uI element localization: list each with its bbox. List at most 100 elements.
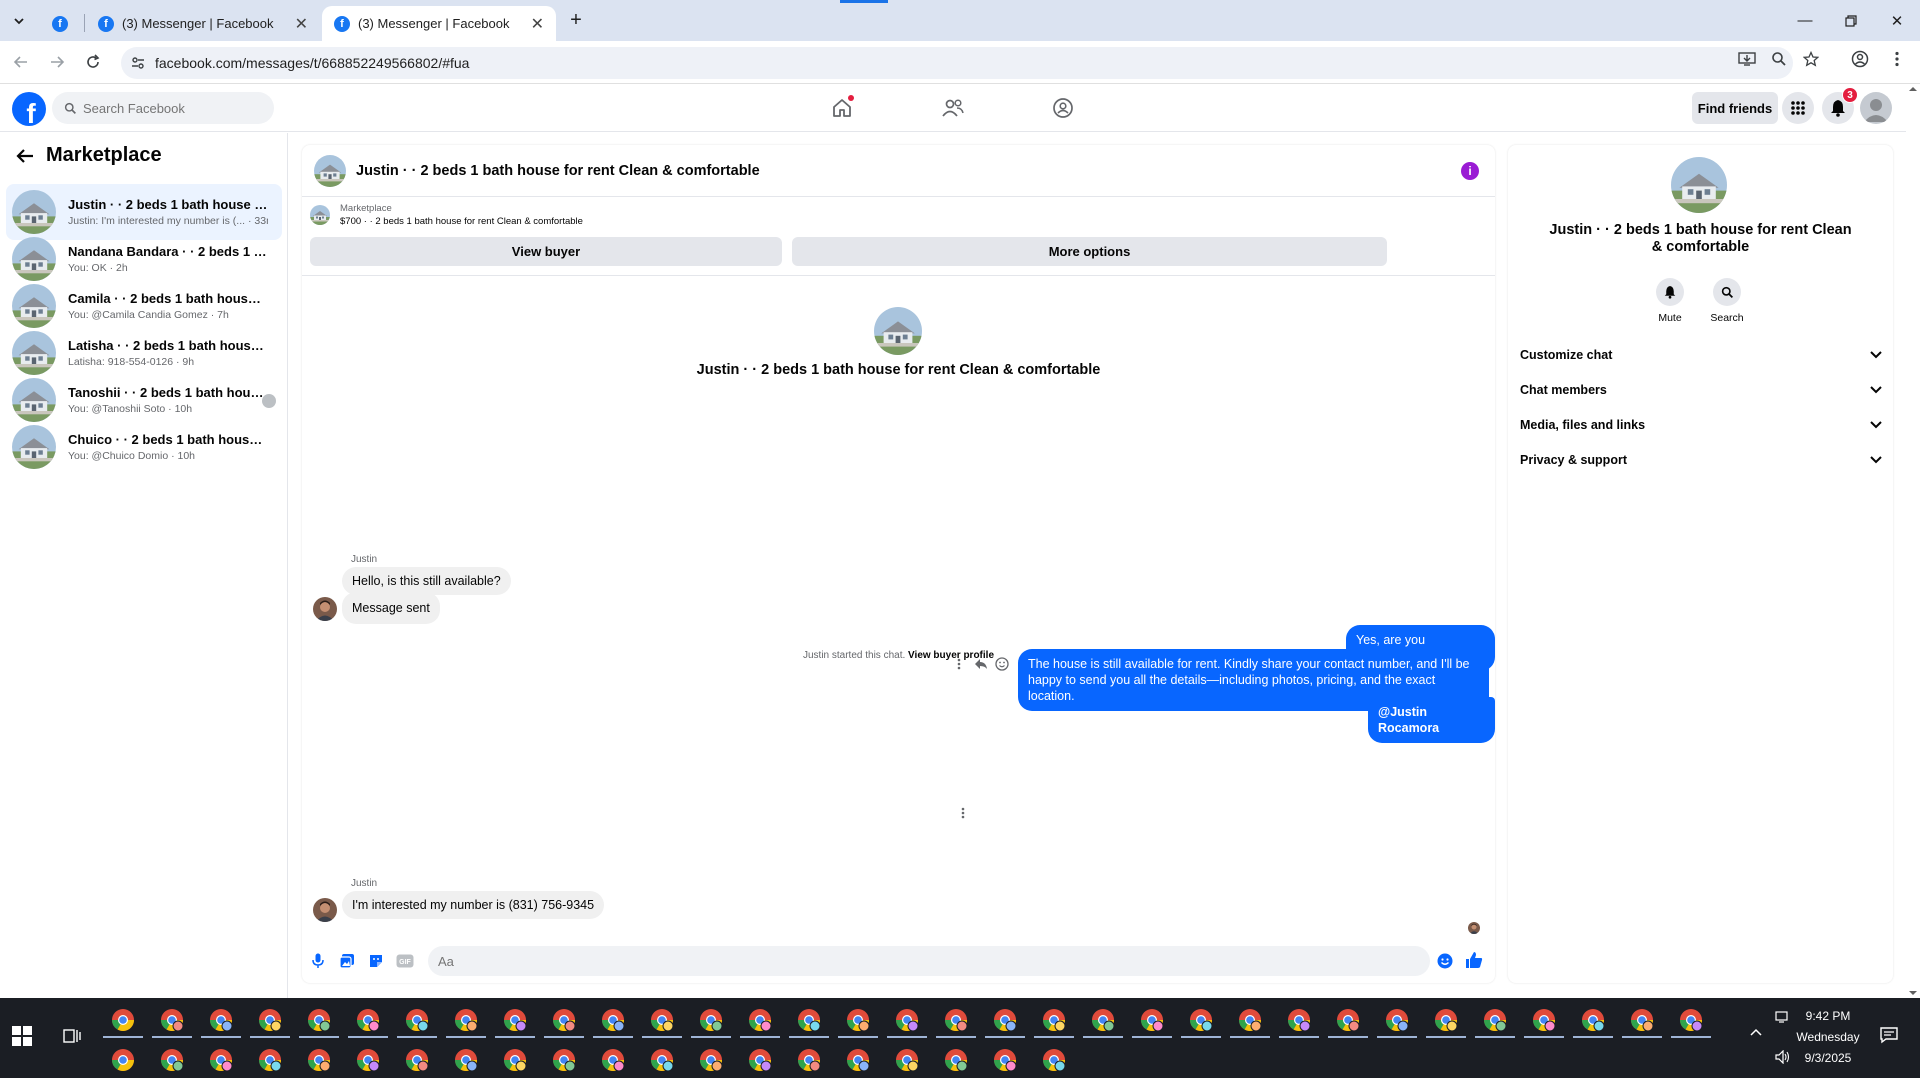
section-chat-members[interactable]: Chat members xyxy=(1520,375,1882,405)
chrome-taskbar-icon[interactable] xyxy=(1483,1008,1507,1032)
chrome-taskbar-icon[interactable] xyxy=(650,1048,674,1072)
chrome-taskbar-icon[interactable] xyxy=(1581,1008,1605,1032)
facebook-logo-icon[interactable]: f xyxy=(12,92,46,126)
chrome-taskbar-icon[interactable] xyxy=(503,1048,527,1072)
search-input[interactable] xyxy=(83,100,263,116)
view-buyer-button[interactable]: View buyer xyxy=(310,237,782,266)
chrome-taskbar-icon[interactable] xyxy=(111,1048,135,1072)
chrome-taskbar-icon[interactable] xyxy=(993,1008,1017,1032)
chrome-taskbar-icon[interactable] xyxy=(699,1008,723,1032)
chrome-taskbar-icon[interactable] xyxy=(699,1048,723,1072)
tab-search-button[interactable] xyxy=(0,0,38,41)
chrome-taskbar-icon[interactable] xyxy=(748,1048,772,1072)
chrome-taskbar-icon[interactable] xyxy=(895,1008,919,1032)
bell-icon[interactable] xyxy=(1656,278,1684,306)
like-thumb-icon[interactable] xyxy=(1464,950,1484,970)
site-info-icon[interactable] xyxy=(121,55,155,71)
chrome-taskbar-icon[interactable] xyxy=(307,1008,331,1032)
outgoing-mention-message[interactable]: @Justin Rocamora xyxy=(1368,697,1495,743)
tab-messenger-2[interactable]: f (3) Messenger | Facebook ✕ xyxy=(322,6,556,41)
profile-button[interactable] xyxy=(1850,49,1870,69)
chrome-taskbar-icon[interactable] xyxy=(944,1008,968,1032)
close-window-button[interactable]: ✕ xyxy=(1874,0,1920,41)
mute-action[interactable]: Mute xyxy=(1645,278,1695,324)
nav-friends[interactable] xyxy=(938,94,968,122)
chrome-taskbar-icon[interactable] xyxy=(307,1048,331,1072)
scroll-up-icon[interactable] xyxy=(1906,84,1920,94)
chrome-taskbar-icon[interactable] xyxy=(1336,1008,1360,1032)
chrome-taskbar-icon[interactable] xyxy=(601,1048,625,1072)
gif-icon[interactable]: GIF xyxy=(396,952,414,970)
chrome-taskbar-icon[interactable] xyxy=(160,1008,184,1032)
bookmark-button[interactable] xyxy=(1801,49,1821,69)
microphone-icon[interactable] xyxy=(309,952,327,970)
emoji-icon[interactable] xyxy=(1436,952,1454,970)
back-button[interactable] xyxy=(10,51,32,73)
chrome-taskbar-icon[interactable] xyxy=(1385,1008,1409,1032)
chrome-taskbar-icon[interactable] xyxy=(356,1008,380,1032)
pinned-tab-facebook[interactable]: f xyxy=(46,6,74,41)
chrome-taskbar-icon[interactable] xyxy=(258,1048,282,1072)
new-tab-button[interactable]: + xyxy=(553,0,599,41)
find-friends-button[interactable]: Find friends xyxy=(1692,92,1778,124)
clock[interactable]: 9:42 PM Wednesday 9/3/2025 xyxy=(1773,1006,1883,1069)
chrome-taskbar-icon[interactable] xyxy=(993,1048,1017,1072)
nav-home[interactable] xyxy=(827,94,857,122)
browser-menu-button[interactable] xyxy=(1887,49,1907,69)
search-action[interactable]: Search xyxy=(1702,278,1752,324)
chrome-taskbar-icon[interactable] xyxy=(1042,1048,1066,1072)
address-bar[interactable]: facebook.com/messages/t/668852249566802/… xyxy=(121,47,1793,79)
incoming-message[interactable]: I'm interested my number is (831) 756-93… xyxy=(342,891,605,919)
chrome-taskbar-icon[interactable] xyxy=(209,1008,233,1032)
section-privacy-support[interactable]: Privacy & support xyxy=(1520,445,1882,475)
chrome-taskbar-icon[interactable] xyxy=(1091,1008,1115,1032)
chrome-taskbar-icon[interactable] xyxy=(1042,1008,1066,1032)
minimize-button[interactable]: — xyxy=(1782,0,1828,41)
chrome-taskbar-icon[interactable] xyxy=(748,1008,772,1032)
chrome-taskbar-icon[interactable] xyxy=(846,1008,870,1032)
chrome-taskbar-icon[interactable] xyxy=(944,1048,968,1072)
chevron-up-icon[interactable] xyxy=(1750,1028,1762,1036)
chrome-taskbar-icon[interactable] xyxy=(1532,1008,1556,1032)
incoming-message[interactable]: Message sent xyxy=(342,592,440,624)
chrome-taskbar-icon[interactable] xyxy=(503,1008,527,1032)
chrome-taskbar-icon[interactable] xyxy=(797,1008,821,1032)
more-vertical-icon[interactable] xyxy=(951,656,967,672)
chrome-taskbar-icon[interactable] xyxy=(1189,1008,1213,1032)
page-scrollbar[interactable] xyxy=(1906,84,1920,998)
chrome-taskbar-icon[interactable] xyxy=(209,1048,233,1072)
chrome-taskbar-icon[interactable] xyxy=(650,1008,674,1032)
chrome-taskbar-icon[interactable] xyxy=(356,1048,380,1072)
windows-start-icon[interactable] xyxy=(12,1026,32,1046)
incoming-message[interactable]: Hello, is this still available? xyxy=(342,567,511,595)
facebook-search[interactable] xyxy=(52,92,274,124)
chrome-taskbar-icon[interactable] xyxy=(160,1048,184,1072)
info-icon[interactable]: i xyxy=(1461,162,1479,180)
message-input[interactable] xyxy=(428,946,1430,976)
chrome-taskbar-icon[interactable] xyxy=(454,1008,478,1032)
menu-button[interactable] xyxy=(1782,92,1814,124)
tab-messenger-1[interactable]: f (3) Messenger | Facebook ✕ xyxy=(86,6,320,41)
reload-button[interactable] xyxy=(82,51,104,73)
more-options-button[interactable]: More options xyxy=(792,237,1387,266)
chrome-taskbar-icon[interactable] xyxy=(552,1008,576,1032)
photo-icon[interactable] xyxy=(338,952,356,970)
nav-groups[interactable] xyxy=(1048,94,1078,122)
chat-title[interactable]: Justin · · 2 beds 1 bath house for rent … xyxy=(356,163,760,179)
reply-icon[interactable] xyxy=(973,656,989,672)
react-emoji-icon[interactable] xyxy=(994,656,1010,672)
chrome-taskbar-icon[interactable] xyxy=(797,1048,821,1072)
chrome-taskbar-icon[interactable] xyxy=(1434,1008,1458,1032)
chrome-taskbar-icon[interactable] xyxy=(111,1008,135,1032)
account-avatar[interactable] xyxy=(1860,92,1892,124)
close-icon[interactable]: ✕ xyxy=(295,14,308,34)
chrome-taskbar-icon[interactable] xyxy=(1140,1008,1164,1032)
chrome-taskbar-icon[interactable] xyxy=(1238,1008,1262,1032)
chrome-taskbar-icon[interactable] xyxy=(454,1048,478,1072)
sticker-icon[interactable] xyxy=(367,952,385,970)
sender-avatar[interactable] xyxy=(313,898,337,922)
more-vertical-icon[interactable] xyxy=(955,805,971,821)
marketplace-listing-strip[interactable]: Marketplace $700 · · 2 beds 1 bath house… xyxy=(310,203,1487,227)
sender-avatar[interactable] xyxy=(313,597,337,621)
listing-thumbnail[interactable] xyxy=(314,154,346,187)
